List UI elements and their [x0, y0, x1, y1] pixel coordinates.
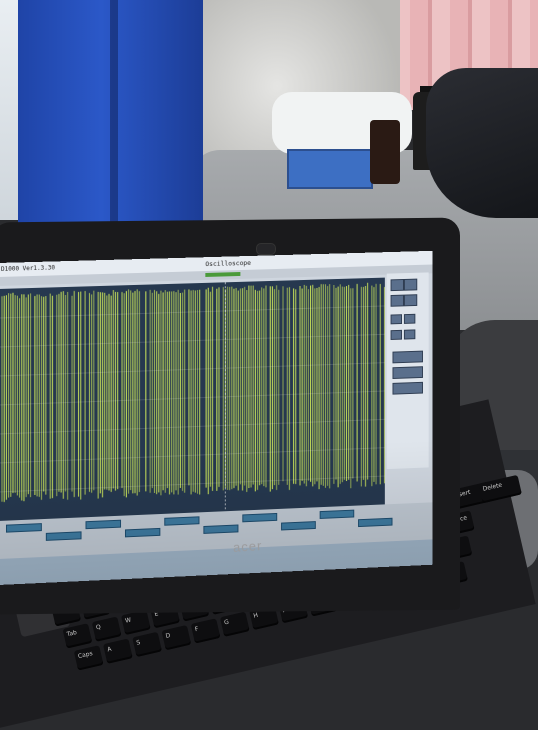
oscilloscope-trace[interactable]: [0, 277, 385, 521]
channel-chip[interactable]: [85, 519, 122, 530]
trace-plot: [0, 277, 385, 521]
control-panel: [386, 272, 429, 470]
control-button[interactable]: [403, 294, 418, 307]
app-version: D1000 Ver1.3.30: [0, 264, 55, 273]
key-label: W: [124, 616, 132, 625]
laptop-screen: D1000 Ver1.3.30 Oscilloscope: [0, 250, 433, 585]
channel-chip[interactable]: [124, 527, 161, 538]
channel-chip[interactable]: [319, 509, 355, 519]
status-indicator: [205, 272, 241, 277]
keyboard-key[interactable]: A: [102, 638, 133, 664]
key-label: S: [135, 638, 142, 647]
blue-box: [287, 149, 373, 189]
key-label: Tab: [66, 629, 78, 639]
keyboard-key[interactable]: G: [219, 611, 250, 637]
keyboard-key[interactable]: W: [120, 609, 151, 636]
control-button[interactable]: [392, 366, 423, 379]
key-label: Q: [95, 623, 102, 632]
webcam-icon: [256, 243, 276, 255]
channel-chip[interactable]: [5, 523, 42, 533]
control-button[interactable]: [403, 329, 416, 340]
control-button[interactable]: [403, 278, 418, 291]
control-button[interactable]: [392, 381, 423, 395]
brand-logo: acer: [232, 537, 263, 556]
channel-chip[interactable]: [45, 531, 82, 541]
key-label: Caps: [77, 650, 94, 661]
control-button[interactable]: [390, 294, 404, 307]
key-label: G: [223, 618, 230, 627]
control-button[interactable]: [390, 329, 403, 340]
channel-chip[interactable]: [164, 516, 200, 526]
keyboard-key[interactable]: Caps: [73, 645, 104, 671]
control-button[interactable]: [390, 314, 403, 325]
key-label: F: [194, 625, 200, 634]
keyboard-key[interactable]: Q: [91, 616, 122, 642]
key-label: Delete: [482, 481, 503, 493]
keyboard-key[interactable]: S: [132, 631, 163, 658]
ignition-coil: [370, 120, 400, 184]
key-label: H: [252, 611, 259, 620]
keyboard-key[interactable]: F: [190, 618, 221, 644]
key-label: A: [106, 645, 113, 654]
channel-chip[interactable]: [281, 521, 316, 531]
pillar-shadow: [110, 0, 118, 232]
key-label: D: [165, 632, 172, 640]
keyboard-key[interactable]: Tab: [62, 623, 93, 649]
control-button[interactable]: [390, 279, 404, 292]
control-button[interactable]: [392, 350, 423, 364]
keyboard-key[interactable]: D: [161, 625, 192, 651]
channel-chip[interactable]: [203, 524, 239, 534]
channel-chip[interactable]: [358, 517, 393, 528]
control-button[interactable]: [403, 313, 416, 324]
channel-chip[interactable]: [242, 512, 278, 523]
window-title: Oscilloscope: [205, 258, 252, 269]
